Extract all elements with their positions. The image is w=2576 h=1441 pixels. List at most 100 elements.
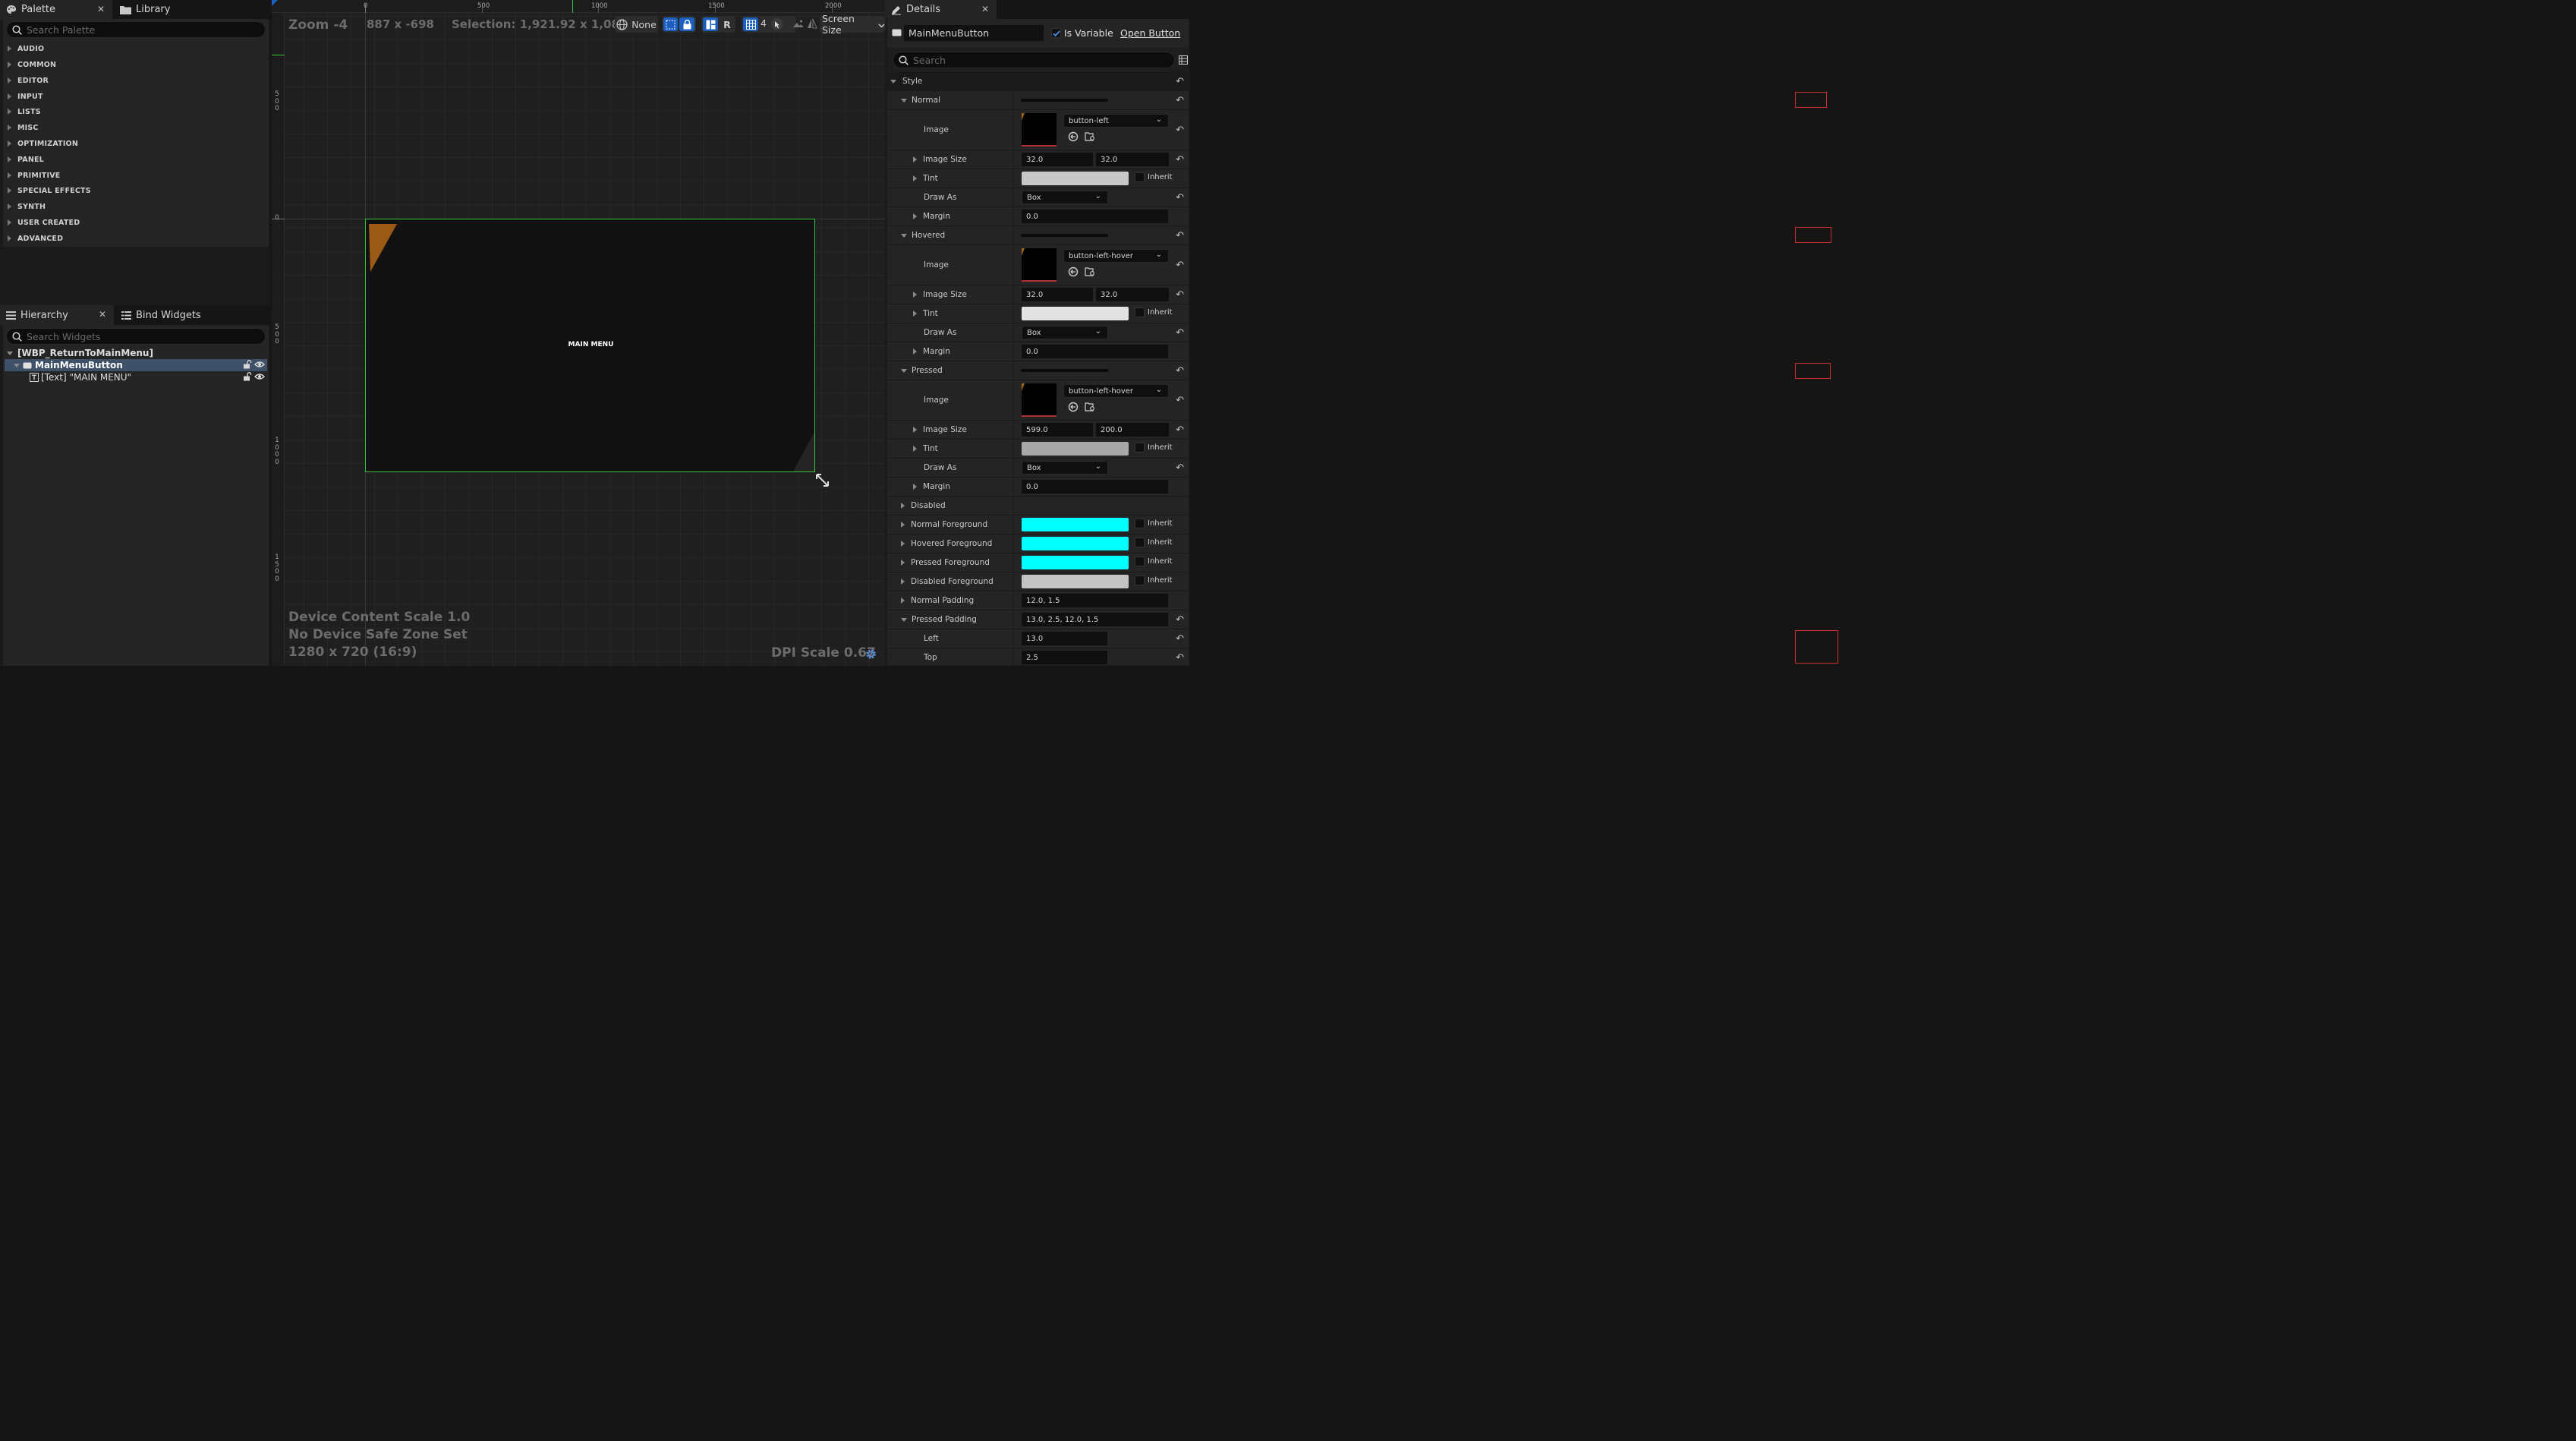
prop-hovered[interactable]: Hovered ↶: [887, 226, 1189, 245]
foreground-color-swatch[interactable]: [1022, 518, 1129, 531]
resize-handle-icon[interactable]: [815, 473, 830, 490]
inherit-checkbox[interactable]: Inherit: [1135, 538, 1173, 547]
collapse-arrow-icon[interactable]: [14, 363, 20, 367]
flip-icon[interactable]: [807, 18, 817, 31]
prop-pressed-padding-left[interactable]: Left 13.0 ↶: [887, 629, 1189, 648]
reset-arrow-icon[interactable]: ↶: [1176, 614, 1184, 626]
expand-arrow-icon[interactable]: [901, 598, 905, 604]
prop-pressed-padding[interactable]: Pressed Padding 13.0, 2.5, 12.0, 1.5 ↶: [887, 610, 1189, 629]
browse-back-icon[interactable]: [1068, 131, 1079, 144]
image-asset-combo[interactable]: button-left-hover ⌄: [1063, 384, 1169, 398]
tint-color-swatch[interactable]: [1022, 307, 1129, 320]
tab-palette[interactable]: Palette ✕: [0, 0, 112, 19]
image-thumbnail[interactable]: [1022, 248, 1057, 282]
lock-icon[interactable]: [679, 17, 694, 31]
prop-normal-image-size[interactable]: Image Size 32.0 32.0 ↶: [887, 150, 1189, 169]
close-icon[interactable]: ✕: [99, 309, 106, 320]
category-user-created[interactable]: USER CREATED: [8, 216, 80, 229]
layout-icon[interactable]: [703, 17, 718, 31]
margin-input[interactable]: 0.0: [1022, 210, 1168, 223]
prop-hovered-foreground[interactable]: Hovered Foreground Inherit: [887, 534, 1189, 553]
hierarchy-search-input[interactable]: Search Widgets: [6, 328, 266, 345]
tab-bind-widgets[interactable]: Bind Widgets: [115, 305, 244, 325]
image-size-x[interactable]: 599.0: [1022, 423, 1093, 437]
expand-arrow-icon[interactable]: [901, 560, 905, 566]
close-icon[interactable]: ✕: [981, 4, 989, 14]
foreground-color-swatch[interactable]: [1022, 556, 1129, 569]
foreground-color-swatch[interactable]: [1022, 575, 1129, 588]
unlock-icon[interactable]: [243, 372, 252, 381]
category-special-effects[interactable]: SPECIAL EFFECTS: [8, 184, 91, 197]
category-advanced[interactable]: ADVANCED: [8, 232, 63, 245]
tree-row-text[interactable]: [Text] "MAIN MENU": [5, 371, 267, 383]
image-size-y[interactable]: 200.0: [1096, 423, 1169, 437]
image-asset-combo[interactable]: button-left-hover ⌄: [1063, 249, 1169, 263]
image-thumbnail[interactable]: [1022, 113, 1057, 147]
image-size-x[interactable]: 32.0: [1022, 288, 1093, 301]
category-style[interactable]: Style ↶: [887, 72, 1189, 91]
prop-hovered-image[interactable]: Image button-left-hover ⌄ ↶: [887, 245, 1189, 285]
margin-input[interactable]: 0.0: [1022, 345, 1168, 358]
main-menu-button-preview[interactable]: MAIN MENU: [365, 219, 815, 472]
prop-disabled-foreground[interactable]: Disabled Foreground Inherit: [887, 572, 1189, 591]
palette-search-input[interactable]: Search Palette: [6, 21, 266, 38]
prop-normal-padding[interactable]: Normal Padding 12.0, 1.5: [887, 591, 1189, 610]
prop-pressed[interactable]: Pressed ↶: [887, 361, 1189, 380]
margin-input[interactable]: 0.0: [1022, 480, 1168, 493]
prop-hovered-draw-as[interactable]: Draw As Box ⌄ ↶: [887, 323, 1189, 342]
expand-arrow-icon[interactable]: [901, 541, 905, 547]
category-optimization[interactable]: OPTIMIZATION: [8, 137, 78, 150]
prop-pressed-draw-as[interactable]: Draw As Box ⌄ ↶: [887, 459, 1189, 478]
unlock-icon[interactable]: [243, 360, 252, 369]
r-toggle-button[interactable]: R: [720, 17, 734, 31]
category-common[interactable]: COMMON: [8, 58, 56, 71]
prop-pressed-padding-top[interactable]: Top 2.5 ↶: [887, 648, 1189, 666]
reset-arrow-icon[interactable]: ↶: [1176, 652, 1184, 664]
widget-name-input[interactable]: MainMenuButton: [904, 25, 1044, 41]
image-size-y[interactable]: 32.0: [1096, 153, 1169, 166]
inherit-checkbox[interactable]: Inherit: [1135, 443, 1173, 452]
category-input[interactable]: INPUT: [8, 90, 43, 103]
landscape-icon[interactable]: [792, 18, 805, 31]
draw-as-dropdown[interactable]: Box ⌄: [1022, 191, 1108, 204]
gear-icon[interactable]: [864, 648, 877, 663]
prop-hovered-margin[interactable]: Margin 0.0: [887, 342, 1189, 361]
category-primitive[interactable]: PRIMITIVE: [8, 169, 60, 182]
grid-snap-value[interactable]: 4: [761, 17, 767, 29]
browse-folder-icon[interactable]: [1085, 266, 1096, 279]
expand-arrow-icon[interactable]: [913, 348, 917, 355]
prop-normal-image[interactable]: Image button-left ⌄ ↶: [887, 110, 1189, 150]
expand-arrow-icon[interactable]: [913, 156, 917, 162]
inherit-checkbox[interactable]: Inherit: [1135, 519, 1173, 528]
draw-as-dropdown[interactable]: Box ⌄: [1022, 326, 1108, 339]
image-asset-combo[interactable]: button-left ⌄: [1063, 114, 1169, 128]
reset-arrow-icon[interactable]: ↶: [1176, 125, 1184, 136]
locale-preview-button[interactable]: None: [615, 16, 658, 33]
reset-arrow-icon[interactable]: ↶: [1176, 260, 1184, 271]
open-button-link[interactable]: Open Button: [1120, 27, 1180, 39]
prop-normal-draw-as[interactable]: Draw As Box ⌄ ↶: [887, 188, 1189, 207]
image-size-y[interactable]: 32.0: [1096, 288, 1169, 301]
expand-arrow-icon[interactable]: [913, 175, 917, 181]
collapse-arrow-icon[interactable]: [901, 368, 907, 373]
expand-arrow-icon[interactable]: [913, 292, 917, 298]
inherit-checkbox[interactable]: Inherit: [1135, 307, 1173, 317]
category-editor[interactable]: EDITOR: [8, 74, 49, 87]
browse-folder-icon[interactable]: [1085, 402, 1096, 415]
expand-arrow-icon[interactable]: [913, 446, 917, 452]
prop-hovered-tint[interactable]: Tint Inherit: [887, 304, 1189, 323]
screen-size-dropdown[interactable]: Screen Size: [820, 13, 885, 36]
grid-icon[interactable]: [743, 17, 758, 31]
collapse-arrow-icon[interactable]: [890, 79, 896, 84]
reset-arrow-icon[interactable]: ↶: [1176, 192, 1184, 203]
category-audio[interactable]: AUDIO: [8, 42, 44, 55]
category-synth[interactable]: SYNTH: [8, 200, 46, 213]
prop-normal-tint[interactable]: Tint Inherit: [887, 169, 1189, 188]
tint-color-swatch[interactable]: [1022, 172, 1129, 185]
prop-pressed-foreground[interactable]: Pressed Foreground Inherit: [887, 553, 1189, 572]
eye-icon[interactable]: [254, 361, 265, 368]
prop-pressed-image[interactable]: Image button-left-hover ⌄ ↶: [887, 380, 1189, 421]
foreground-color-swatch[interactable]: [1022, 537, 1129, 550]
tab-library[interactable]: Library: [114, 0, 228, 19]
prop-normal[interactable]: Normal ↶: [887, 91, 1189, 110]
